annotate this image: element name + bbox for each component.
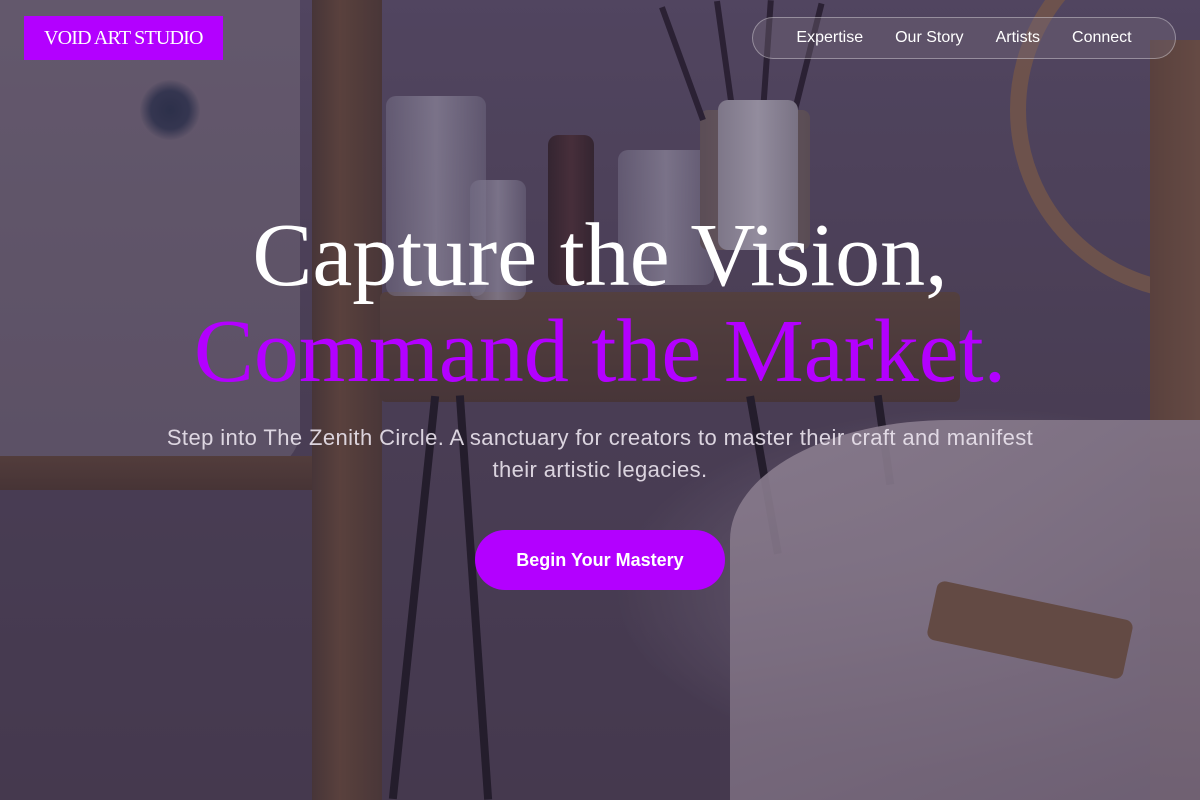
nav-item-our-story[interactable]: Our Story: [895, 29, 963, 47]
hero-section: VOID ART STUDIO Expertise Our Story Arti…: [0, 0, 1200, 800]
main-nav: Expertise Our Story Artists Connect: [752, 17, 1176, 59]
begin-mastery-button[interactable]: Begin Your Mastery: [475, 530, 725, 590]
nav-item-artists[interactable]: Artists: [996, 29, 1040, 47]
logo[interactable]: VOID ART STUDIO: [24, 16, 223, 60]
headline-line-2: Command the Market.: [193, 302, 1007, 401]
nav-item-connect[interactable]: Connect: [1072, 29, 1132, 47]
headline-line-1: Capture the Vision,: [252, 206, 948, 305]
nav-item-expertise[interactable]: Expertise: [796, 29, 863, 47]
hero-subtitle: Step into The Zenith Circle. A sanctuary…: [166, 425, 1034, 482]
hero-content: Capture the Vision, Command the Market. …: [0, 208, 1200, 486]
